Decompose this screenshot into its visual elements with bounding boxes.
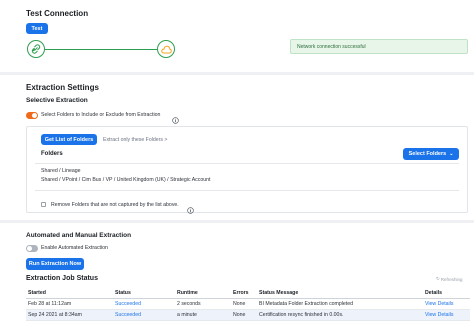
cell-errors: None [231, 309, 257, 321]
remove-folders-checkbox[interactable] [41, 202, 46, 207]
run-extraction-now-button[interactable]: Run Extraction Now [26, 258, 84, 270]
connection-success-message: Network connection successful [290, 39, 468, 54]
refreshing-label: Refreshing [440, 276, 463, 282]
column-header-started[interactable]: Started [26, 288, 113, 299]
view-details-link[interactable]: View Details [423, 309, 470, 321]
cloud-icon [158, 41, 174, 57]
link-icon [28, 41, 44, 57]
enable-automated-toggle[interactable] [26, 245, 38, 252]
section-divider [0, 220, 474, 223]
cell-status: Succeeded [113, 298, 175, 310]
toggle-knob [27, 246, 32, 251]
folder-item: Shared / Lineage [41, 168, 81, 174]
column-header-details[interactable]: Details [423, 288, 470, 299]
column-header-status-message[interactable]: Status Message [257, 288, 423, 299]
folders-divider [35, 163, 459, 164]
remove-folders-label: Remove Folders that are not captured by … [51, 202, 179, 208]
get-list-of-folders-button[interactable]: Get List of Folders [41, 134, 97, 145]
folder-item: Shared / VPoint / Cim Bus / VP / United … [41, 177, 211, 183]
table-row: Sep 24 2021 at 8:34am Succeeded a minute… [26, 309, 470, 321]
extract-only-text: Extract only these Folders > [103, 137, 168, 143]
select-folders-button[interactable]: Select Folders ⌄ [403, 148, 459, 160]
column-header-errors[interactable]: Errors [231, 288, 257, 299]
column-header-status[interactable]: Status [113, 288, 175, 299]
toggle-knob [32, 113, 37, 118]
automated-extraction-title: Automated and Manual Extraction [26, 232, 132, 239]
chevron-down-icon: ⌄ [449, 151, 454, 157]
section-divider [0, 72, 474, 75]
cell-started: Sep 24 2021 at 8:34am [26, 309, 113, 321]
cell-status: Succeeded [113, 309, 175, 321]
job-status-title: Extraction Job Status [26, 275, 98, 282]
cell-errors: None [231, 298, 257, 310]
extraction-settings-title: Extraction Settings [26, 83, 99, 92]
folders-label: Folders [41, 151, 63, 157]
select-folders-label: Select Folders [408, 151, 447, 157]
connection-line [45, 48, 157, 50]
test-button[interactable]: Test [26, 23, 48, 34]
test-connection-title: Test Connection [26, 9, 89, 18]
table-row: Feb 28 at 11:12am Succeeded 2 seconds No… [26, 298, 470, 310]
enable-automated-label: Enable Automated Extraction [41, 245, 108, 251]
view-details-link[interactable]: View Details [423, 298, 470, 310]
folders-divider [35, 190, 459, 191]
job-status-table: Started Status Runtime Errors Status Mes… [26, 288, 470, 321]
target-node [157, 40, 175, 58]
table-header-row: Started Status Runtime Errors Status Mes… [26, 288, 470, 299]
cell-runtime: 2 seconds [175, 298, 231, 310]
select-folders-toggle[interactable] [26, 112, 38, 119]
cell-started: Feb 28 at 11:12am [26, 298, 113, 310]
cell-status-message: BI Metadata Folder Extraction completed [257, 298, 423, 310]
select-folders-toggle-label: Select Folders to Include or Exclude fro… [41, 112, 161, 118]
selective-extraction-title: Selective Extraction [26, 97, 88, 104]
cell-runtime: a minute [175, 309, 231, 321]
cell-status-message: Certification resync finished in 0.00s. [257, 309, 423, 321]
column-header-runtime[interactable]: Runtime [175, 288, 231, 299]
folders-panel: Get List of Folders Extract only these F… [26, 126, 468, 214]
refreshing-indicator: ↻ Refreshing [436, 276, 463, 282]
source-node [27, 40, 45, 58]
refresh-icon: ↻ [436, 276, 440, 281]
test-connection-section: Test Connection Test Network connection … [0, 0, 474, 72]
info-icon[interactable] [187, 201, 194, 219]
